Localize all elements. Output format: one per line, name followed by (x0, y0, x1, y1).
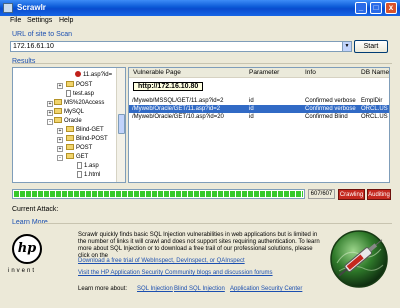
table-row[interactable]: /Myweb/Oracle/GET/11.asp?id=2 id Confirm… (129, 105, 389, 113)
expander-icon[interactable]: + (57, 137, 63, 143)
crawling-button[interactable]: Crawling (338, 189, 365, 200)
folder-icon (66, 144, 74, 151)
file-icon (77, 162, 82, 169)
expander-icon[interactable]: - (57, 155, 63, 161)
tree-node[interactable]: Blind-GET (66, 126, 104, 134)
column-header[interactable]: Parameter (249, 69, 279, 76)
title-bar[interactable]: Scrawlr _ □ x (0, 0, 400, 16)
blind-sql-injection-link[interactable]: Blind SQL Injection (174, 286, 225, 292)
folder-icon (66, 153, 74, 160)
folder-icon (54, 117, 62, 124)
db-name-cell: EmplDir (361, 98, 383, 104)
auditing-button[interactable]: Auditing (367, 189, 391, 200)
menu-settings[interactable]: Settings (27, 17, 52, 24)
community-link[interactable]: Visit the HP Application Security Commun… (78, 270, 273, 276)
url-tooltip: http://172.16.10.80 (133, 82, 204, 91)
expander-icon[interactable]: + (57, 83, 63, 89)
url-input[interactable]: 172.16.61.10 ▼ (10, 41, 352, 52)
parameter-cell: id (249, 98, 254, 104)
folder-icon (66, 126, 74, 133)
url-label: URL of site to Scan (12, 31, 73, 38)
parameter-cell: id (249, 114, 254, 120)
info-cell: Confirmed verbose (305, 106, 356, 112)
results-divider (12, 63, 392, 64)
menu-help[interactable]: Help (59, 17, 73, 24)
table-header: Vulnerable Page Parameter Info DB Name (129, 68, 389, 78)
vulnerable-page-cell: /Myweb/Oracle/GET/10.asp?id=20 (132, 114, 224, 120)
tree-node[interactable]: Oracle (54, 117, 82, 125)
progress-fill (14, 191, 303, 197)
minimize-button[interactable]: _ (355, 2, 367, 14)
tree-node[interactable]: MS%20Access (54, 99, 104, 107)
column-header[interactable]: Vulnerable Page (133, 69, 181, 76)
tree-node[interactable]: POST (66, 144, 92, 152)
file-icon (66, 90, 71, 97)
hp-logo: hp (12, 234, 42, 264)
url-dropdown-icon[interactable]: ▼ (342, 42, 351, 51)
tree-node[interactable]: 1.asp (77, 162, 99, 170)
maximize-button[interactable]: □ (370, 2, 382, 14)
scroll-thumb[interactable] (118, 114, 125, 134)
learn-more-divider (36, 223, 392, 224)
start-button[interactable]: Start (354, 40, 388, 53)
expander-icon[interactable]: + (57, 128, 63, 134)
folder-icon (66, 81, 74, 88)
menu-file[interactable]: File (10, 17, 21, 24)
info-cell: Confirmed Blind (305, 114, 348, 120)
tree-scrollbar[interactable] (116, 68, 125, 182)
column-header[interactable]: Info (305, 69, 316, 76)
tree-node[interactable]: 11.asp?id= (75, 71, 112, 79)
tree-node[interactable]: Blind-POST (66, 135, 108, 143)
syringe-orb-icon (330, 230, 388, 288)
close-button[interactable]: x (385, 2, 397, 14)
file-icon (77, 171, 82, 178)
folder-icon (54, 99, 62, 106)
db-name-cell: ORCL.US (361, 106, 388, 112)
info-cell: Confirmed verbose (305, 98, 356, 104)
site-tree[interactable]: 11.asp?id= + POST test.asp + MS%20Access… (12, 67, 126, 183)
menu-bar: File Settings Help (0, 16, 400, 27)
expander-icon[interactable]: + (47, 101, 53, 107)
scrawlr-window: Scrawlr _ □ x File Settings Help URL of … (0, 0, 400, 308)
vulnerable-page-cell: /Myweb/Oracle/GET/11.asp?id=2 (132, 106, 221, 112)
application-security-center-link[interactable]: Application Security Center (230, 286, 302, 292)
folder-icon (54, 108, 62, 115)
hp-tagline: invent (8, 268, 37, 274)
folder-icon (66, 135, 74, 142)
trial-link[interactable]: Download a free trial of WebInspect, Dev… (78, 258, 245, 264)
learn-more-about-label: Learn more about: (78, 286, 128, 292)
db-name-cell: ORCL.US (361, 114, 388, 120)
description-text: Scrawlr quickly finds basic SQL Injectio… (78, 232, 320, 259)
app-icon (3, 3, 13, 13)
link-count: 607/607 (308, 189, 335, 199)
vulnerable-page-cell: /Myweb/MSSQL/GET/11.asp?id=2 (132, 98, 224, 104)
tree-node[interactable]: GET (66, 153, 88, 161)
tree-node[interactable]: 1.html (77, 171, 100, 179)
tree-node[interactable]: test.asp (66, 90, 94, 98)
current-attack-label: Current Attack: (12, 206, 59, 213)
vulnerability-icon (75, 71, 81, 78)
expander-icon[interactable]: + (47, 110, 53, 116)
tree-node[interactable]: POST (66, 81, 92, 89)
scan-progress-bar (12, 189, 305, 199)
sql-injection-link[interactable]: SQL Injection (137, 286, 173, 292)
results-table: Vulnerable Page Parameter Info DB Name h… (128, 67, 390, 183)
url-value: 172.16.61.10 (13, 43, 54, 50)
table-row[interactable]: /Myweb/MSSQL/GET/11.asp?id=2 id Confirme… (129, 97, 389, 105)
column-header[interactable]: DB Name (361, 69, 389, 76)
table-row[interactable]: /Myweb/Oracle/GET/10.asp?id=20 id Confir… (129, 113, 389, 121)
expander-icon[interactable]: + (57, 146, 63, 152)
parameter-cell: id (249, 106, 254, 112)
expander-icon[interactable]: - (47, 119, 53, 125)
window-title: Scrawlr (17, 3, 46, 12)
tree-node[interactable]: MySQL (54, 108, 84, 116)
